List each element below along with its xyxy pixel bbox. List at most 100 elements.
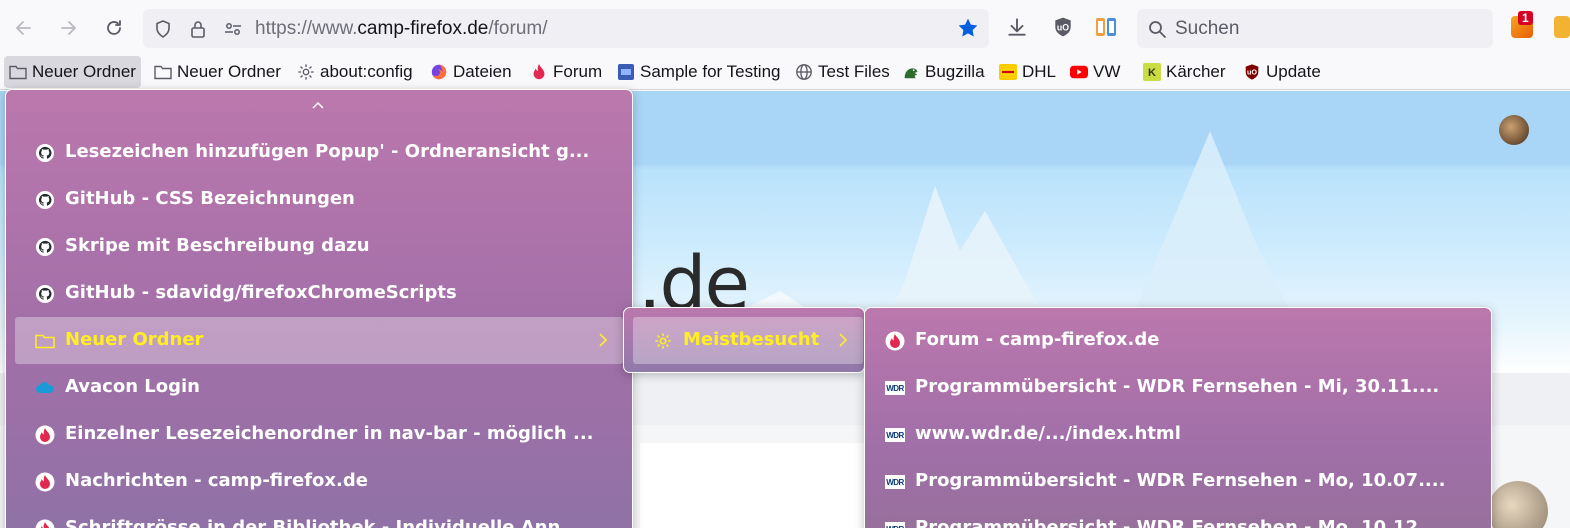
bookmark-karcher[interactable]: K Kärcher xyxy=(1138,56,1231,88)
shield-icon[interactable] xyxy=(153,19,173,39)
menu-item-label: Forum - camp-firefox.de xyxy=(915,329,1160,350)
menu-item[interactable]: Forum - camp-firefox.de xyxy=(865,317,1491,364)
submenu-meistbesucht[interactable]: Meistbesucht xyxy=(633,317,863,364)
search-input[interactable] xyxy=(1175,15,1475,42)
svg-text:K: K xyxy=(1148,67,1156,79)
navigation-toolbar: https://www.camp-firefox.de/forum/ uO 1 xyxy=(0,0,1570,56)
permissions-icon[interactable] xyxy=(223,19,243,39)
menu-item-label: www.wdr.de/.../index.html xyxy=(915,423,1181,444)
bookmark-star-icon[interactable] xyxy=(957,17,979,44)
menu-item[interactable]: WDR Programmübersicht - WDR Fernsehen - … xyxy=(865,505,1491,528)
submenu-popup-neuer-ordner: Meistbesucht xyxy=(623,307,865,373)
chevron-right-icon xyxy=(597,331,609,354)
wdr-logo: WDR xyxy=(885,428,905,442)
svg-text:uO: uO xyxy=(1247,68,1257,77)
arrow-left-icon xyxy=(16,21,31,35)
svg-text:uO: uO xyxy=(1057,22,1069,32)
flame-icon xyxy=(885,331,905,351)
menu-item-label: Schriftgrösse in der Bibliothek - Indivi… xyxy=(65,517,581,528)
menu-item-label: GitHub - CSS Bezeichnungen xyxy=(65,188,355,209)
github-icon xyxy=(35,237,55,257)
bookmark-forum[interactable]: Forum xyxy=(525,56,607,88)
bookmark-update[interactable]: uO Update xyxy=(1238,56,1326,88)
bookmark-about-config[interactable]: about:config xyxy=(292,56,418,88)
youtube-icon xyxy=(1070,63,1088,81)
user-avatar[interactable] xyxy=(1499,115,1529,145)
blue-square-icon xyxy=(617,63,635,81)
github-icon xyxy=(35,284,55,304)
bookmark-bugzilla[interactable]: Bugzilla xyxy=(897,56,990,88)
wdr-icon: WDR xyxy=(885,472,905,492)
menu-item[interactable]: WDR Programmübersicht - WDR Fernsehen - … xyxy=(865,364,1491,411)
submenu-neuer-ordner[interactable]: Neuer Ordner xyxy=(15,317,623,364)
ublock-origin-icon[interactable]: uO xyxy=(1052,16,1074,38)
extension-icon[interactable] xyxy=(1095,16,1117,38)
github-icon xyxy=(35,190,55,210)
menu-item-label: Skripe mit Beschreibung dazu xyxy=(65,235,370,256)
menu-item-label: Nachrichten - camp-firefox.de xyxy=(65,470,368,491)
bookmark-dhl[interactable]: DHL xyxy=(994,56,1061,88)
bookmark-label: Neuer Ordner xyxy=(177,62,281,81)
lock-icon[interactable] xyxy=(188,19,208,39)
reload-icon xyxy=(107,20,121,35)
bookmark-label: Neuer Ordner xyxy=(32,62,136,81)
forward-button[interactable] xyxy=(52,12,84,44)
bookmark-sample-for-testing[interactable]: Sample for Testing xyxy=(612,56,785,88)
arrow-right-icon xyxy=(61,21,76,35)
bookmark-vw[interactable]: VW xyxy=(1065,56,1125,88)
download-icon[interactable] xyxy=(1006,16,1028,38)
menu-item[interactable]: Skripe mit Beschreibung dazu xyxy=(15,223,623,270)
menu-item-label: Meistbesucht xyxy=(683,329,820,350)
bookmark-label: Forum xyxy=(553,62,603,81)
wdr-logo: WDR xyxy=(885,475,905,489)
bookmark-label: Update xyxy=(1266,62,1321,81)
menu-item-label: GitHub - sdavidg/firefoxChromeScripts xyxy=(65,282,457,303)
url-path: /forum/ xyxy=(488,18,548,39)
wdr-logo: WDR xyxy=(885,381,905,395)
gear-icon xyxy=(297,63,315,81)
wdr-icon: WDR xyxy=(885,378,905,398)
back-button[interactable] xyxy=(8,12,40,44)
menu-item[interactable]: Lesezeichen hinzufügen Popup' - Ordneran… xyxy=(15,129,623,176)
extension-icon-emoji[interactable] xyxy=(1554,16,1570,38)
bookmark-label: about:config xyxy=(320,62,413,81)
karcher-icon: K xyxy=(1143,63,1161,81)
search-bar[interactable] xyxy=(1137,9,1493,48)
bookmark-folder-popup: Lesezeichen hinzufügen Popup' - Ordneran… xyxy=(5,89,633,528)
url-text[interactable]: https://www.camp-firefox.de/forum/ xyxy=(255,18,548,40)
bookmark-label: Test Files xyxy=(818,62,890,81)
menu-item[interactable]: Schriftgrösse in der Bibliothek - Indivi… xyxy=(15,505,623,528)
menu-item[interactable]: WDR www.wdr.de/.../index.html xyxy=(865,411,1491,458)
folder-icon xyxy=(9,63,27,81)
menu-item[interactable]: Nachrichten - camp-firefox.de xyxy=(15,458,623,505)
menu-item[interactable]: Einzelner Lesezeichenordner in nav-bar -… xyxy=(15,411,623,458)
bookmark-folder-neuer-ordner-2[interactable]: Neuer Ordner xyxy=(149,56,286,88)
menu-item-label: Programmübersicht - WDR Fernsehen - Mi, … xyxy=(915,376,1440,397)
bookmark-folder-neuer-ordner-1[interactable]: Neuer Ordner xyxy=(4,56,141,88)
menu-item-label: Programmübersicht - WDR Fernsehen - Mo, … xyxy=(915,470,1446,491)
submenu-popup-meistbesucht: Forum - camp-firefox.de WDR Programmüber… xyxy=(864,307,1492,528)
reload-button[interactable] xyxy=(98,12,130,44)
bookmark-test-files[interactable]: Test Files xyxy=(790,56,895,88)
bookmark-dateien[interactable]: Dateien xyxy=(425,56,517,88)
bookmark-label: DHL xyxy=(1022,62,1057,81)
menu-item-label: Lesezeichen hinzufügen Popup' - Ordneran… xyxy=(65,141,590,162)
firefox-icon xyxy=(430,63,448,81)
url-prefix: https://www. xyxy=(255,18,358,39)
flame-icon xyxy=(530,63,548,81)
menu-item-label: Avacon Login xyxy=(65,376,200,397)
menu-item-label: Einzelner Lesezeichenordner in nav-bar -… xyxy=(65,423,594,444)
menu-item[interactable]: Avacon Login xyxy=(15,364,623,411)
url-bar[interactable]: https://www.camp-firefox.de/forum/ xyxy=(143,9,989,48)
bookmark-label: Dateien xyxy=(453,62,512,81)
menu-item[interactable]: WDR Programmübersicht - WDR Fernsehen - … xyxy=(865,458,1491,505)
flame-icon xyxy=(35,519,55,528)
bookmarks-toolbar: Neuer Ordner Neuer Ordner about:config D… xyxy=(0,56,1570,90)
scroll-up-arrow-icon[interactable] xyxy=(312,96,324,112)
menu-item-label: Neuer Ordner xyxy=(65,329,204,350)
menu-item-label: Programmübersicht - WDR Fernsehen - Mo, … xyxy=(915,517,1439,528)
menu-item[interactable]: GitHub - sdavidg/firefoxChromeScripts xyxy=(15,270,623,317)
flame-icon xyxy=(35,425,55,445)
dhl-icon xyxy=(999,63,1017,81)
menu-item[interactable]: GitHub - CSS Bezeichnungen xyxy=(15,176,623,223)
